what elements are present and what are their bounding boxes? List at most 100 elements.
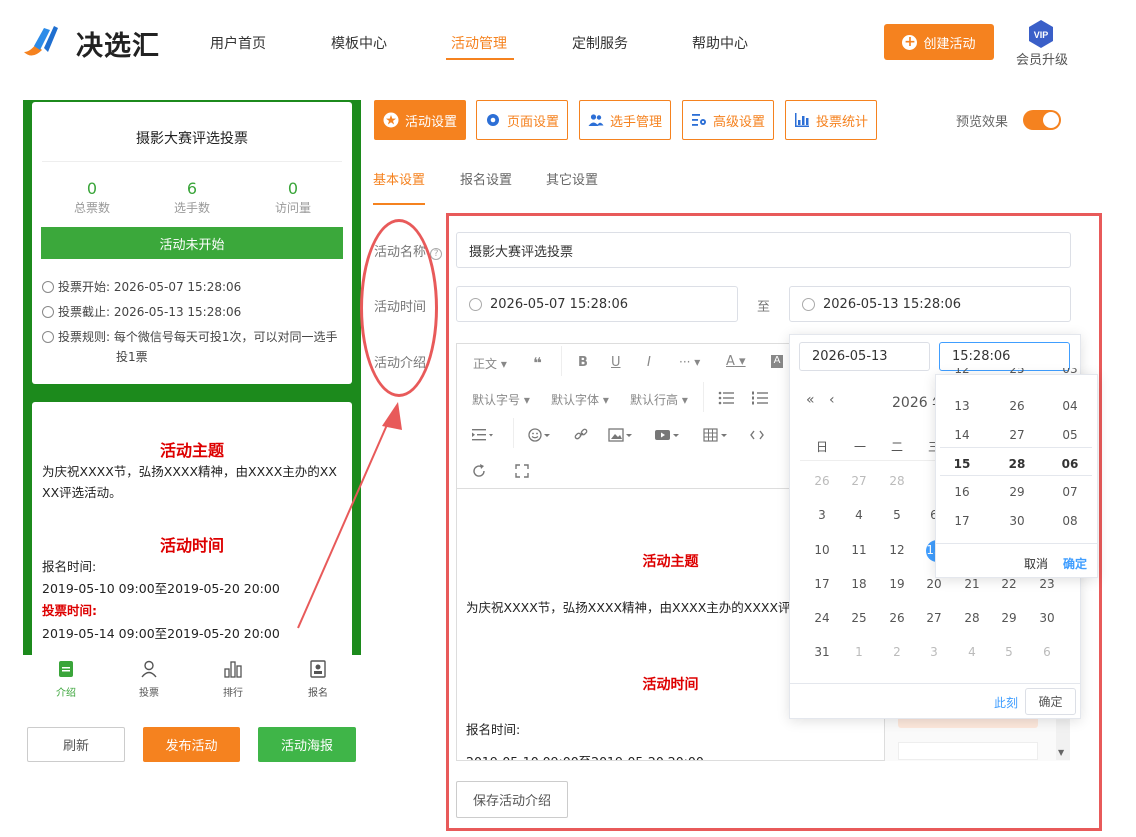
calendar-day[interactable]: 2 xyxy=(882,645,912,659)
time-second-option[interactable]: 06 xyxy=(1043,457,1097,471)
time-minute-option[interactable]: 25 xyxy=(990,368,1044,377)
calendar-day[interactable]: 25 xyxy=(844,611,874,625)
picker-date-input[interactable]: 2026-05-13 xyxy=(799,342,930,371)
vote-end-row: 投票截止: 2026-05-13 15:28:06 xyxy=(42,303,241,320)
calendar-day[interactable]: 3 xyxy=(807,508,837,522)
refresh-button[interactable]: 刷新 xyxy=(27,727,125,762)
vote-rule-text-cont: 投1票 xyxy=(116,350,148,364)
time-minute-option[interactable]: 27 xyxy=(990,428,1044,442)
calendar-day[interactable]: 27 xyxy=(919,611,949,625)
time-hour-option[interactable]: 12 xyxy=(935,368,989,377)
time-hour-option[interactable]: 16 xyxy=(935,485,989,499)
plus-icon: + xyxy=(902,33,918,50)
calendar-day[interactable]: 22 xyxy=(994,577,1024,591)
nav-user-home[interactable]: 用户首页 xyxy=(210,33,266,53)
preview-theme-line2: XX评选活动。 xyxy=(42,485,122,500)
tab-basic-settings[interactable]: 基本设置 xyxy=(373,169,425,188)
calendar-day[interactable]: 5 xyxy=(994,645,1024,659)
advanced-settings-button[interactable]: 高级设置 xyxy=(682,100,774,140)
tab-intro[interactable]: 介绍 xyxy=(36,660,96,699)
time-second-option[interactable]: 08 xyxy=(1043,514,1097,528)
publish-activity-button[interactable]: 发布活动 xyxy=(143,727,240,762)
logo-text: 决选汇 xyxy=(76,31,160,62)
tab-other-settings[interactable]: 其它设置 xyxy=(546,169,598,188)
nav-template-center[interactable]: 模板中心 xyxy=(331,33,387,53)
time-hour-option[interactable]: 13 xyxy=(935,399,989,413)
nav-active-underline xyxy=(446,58,514,60)
time-minute-option[interactable]: 28 xyxy=(990,457,1044,471)
tab-signup[interactable]: 报名 xyxy=(288,660,348,699)
time-second-option[interactable]: 04 xyxy=(1043,399,1097,413)
vote-start-text: 投票开始: 2026-05-07 15:28:06 xyxy=(58,280,242,294)
calendar-day[interactable]: 24 xyxy=(807,611,837,625)
help-icon[interactable]: ? xyxy=(430,248,443,260)
vote-rule-row: 投票规则: 每个微信号每天可投1次，可以对同一选手 xyxy=(42,328,338,345)
stat-contestants-value: 6 xyxy=(186,179,198,198)
calendar-day[interactable]: 4 xyxy=(844,508,874,522)
calendar-day[interactable]: 27 xyxy=(844,474,874,488)
calendar-day[interactable]: 20 xyxy=(919,577,949,591)
picker-time-input[interactable]: 15:28:06 xyxy=(939,342,1070,371)
calendar-day[interactable]: 21 xyxy=(957,577,987,591)
tab-ranking-label: 排行 xyxy=(223,688,243,699)
tab-signup-settings[interactable]: 报名设置 xyxy=(460,169,512,188)
prev-month-button[interactable]: ‹ xyxy=(829,392,835,408)
time-selected-line xyxy=(940,447,1092,448)
create-activity-label: 创建活动 xyxy=(923,36,976,52)
calendar-day[interactable]: 31 xyxy=(807,645,837,659)
time-minute-option[interactable]: 29 xyxy=(990,485,1044,499)
create-activity-button[interactable]: + 创建活动 xyxy=(884,24,994,60)
tab-ranking[interactable]: 排行 xyxy=(203,660,263,699)
vip-icon[interactable]: VIP xyxy=(1026,19,1056,49)
calendar-day[interactable]: 1 xyxy=(844,645,874,659)
time-minute-option[interactable]: 30 xyxy=(990,514,1044,528)
time-cancel-button[interactable]: 取消 xyxy=(1024,555,1048,572)
clock-icon xyxy=(42,281,54,293)
time-second-option[interactable]: 05 xyxy=(1043,428,1097,442)
calendar-day[interactable]: 6 xyxy=(1032,645,1062,659)
picker-confirm-button[interactable]: 确定 xyxy=(1025,688,1076,715)
calendar-day[interactable]: 28 xyxy=(957,611,987,625)
tab-vote[interactable]: 投票 xyxy=(119,660,179,699)
calendar-day[interactable]: 10 xyxy=(807,543,837,557)
weekday-sun: 日 xyxy=(815,440,828,454)
time-minute-option[interactable]: 26 xyxy=(990,399,1044,413)
vote-end-text: 投票截止: 2026-05-13 15:28:06 xyxy=(58,305,242,319)
activity-poster-button[interactable]: 活动海报 xyxy=(258,727,356,762)
vip-upgrade-label[interactable]: 会员升级 xyxy=(1016,49,1068,68)
gear-icon xyxy=(486,114,499,126)
page-settings-button[interactable]: 页面设置 xyxy=(476,100,568,140)
time-second-option[interactable]: 07 xyxy=(1043,485,1097,499)
calendar-day[interactable]: 11 xyxy=(844,543,874,557)
nav-activity-manage[interactable]: 活动管理 xyxy=(451,33,507,53)
nav-help-center[interactable]: 帮助中心 xyxy=(692,33,748,53)
calendar-day[interactable]: 4 xyxy=(957,645,987,659)
calendar-day[interactable]: 17 xyxy=(807,577,837,591)
time-hour-option[interactable]: 14 xyxy=(935,428,989,442)
preview-vote-range: 2019-05-14 09:00至2019-05-20 20:00 xyxy=(42,626,280,641)
calendar-day[interactable]: 29 xyxy=(994,611,1024,625)
calendar-day[interactable]: 23 xyxy=(1032,577,1062,591)
calendar-day[interactable]: 26 xyxy=(807,474,837,488)
calendar-day[interactable]: 19 xyxy=(882,577,912,591)
calendar-day[interactable]: 18 xyxy=(844,577,874,591)
calendar-day[interactable]: 3 xyxy=(919,645,949,659)
calendar-day[interactable]: 28 xyxy=(882,474,912,488)
time-hour-option[interactable]: 17 xyxy=(935,514,989,528)
calendar-day[interactable]: 12 xyxy=(882,543,912,557)
nav-custom-service[interactable]: 定制服务 xyxy=(572,33,628,53)
time-hour-option[interactable]: 15 xyxy=(935,457,989,471)
activity-settings-button[interactable]: 活动设置 xyxy=(374,100,466,140)
calendar-day[interactable]: 26 xyxy=(882,611,912,625)
vote-statistics-button[interactable]: 投票统计 xyxy=(785,100,877,140)
time-second-option[interactable]: 03 xyxy=(1043,368,1097,377)
time-confirm-button[interactable]: 确定 xyxy=(1063,555,1087,572)
contestant-manage-label: 选手管理 xyxy=(609,114,662,130)
preview-effect-toggle[interactable] xyxy=(1023,110,1061,130)
picker-now-button[interactable]: 此刻 xyxy=(994,694,1018,711)
calendar-day[interactable]: 5 xyxy=(882,508,912,522)
contestant-manage-button[interactable]: 选手管理 xyxy=(579,100,671,140)
calendar-day[interactable]: 30 xyxy=(1032,611,1062,625)
prev-year-button[interactable]: « xyxy=(806,392,815,408)
user-icon xyxy=(141,660,157,678)
